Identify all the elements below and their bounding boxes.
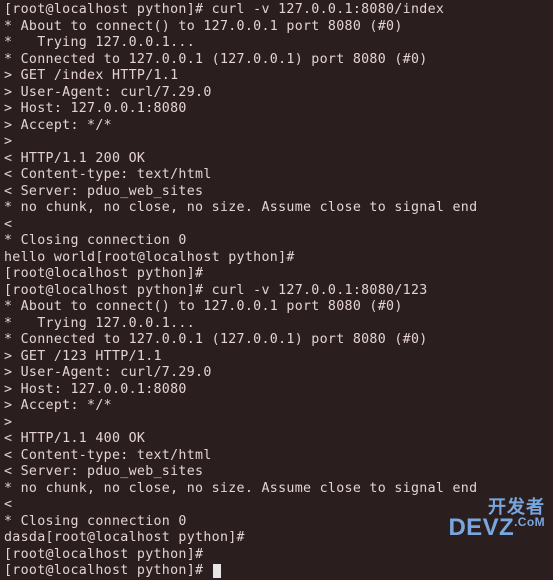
terminal-line: < (4, 217, 549, 234)
terminal-line: < Content-type: text/html (4, 448, 549, 465)
terminal-line: < HTTP/1.1 400 OK (4, 431, 549, 448)
terminal-line: > Host: 127.0.0.1:8080 (4, 101, 549, 118)
terminal-line: [root@localhost python]# (4, 547, 549, 564)
terminal-line: > User-Agent: curl/7.29.0 (4, 85, 549, 102)
terminal-line: < HTTP/1.1 200 OK (4, 151, 549, 168)
terminal-line: * About to connect() to 127.0.0.1 port 8… (4, 299, 549, 316)
terminal-line: > Accept: */* (4, 398, 549, 415)
terminal-line: < (4, 497, 549, 514)
terminal-line: * Trying 127.0.0.1... (4, 35, 549, 52)
terminal-line: < Server: pduo_web_sites (4, 464, 549, 481)
terminal-line: * no chunk, no close, no size. Assume cl… (4, 200, 549, 217)
terminal-line: * Trying 127.0.0.1... (4, 316, 549, 333)
prompt-text: [root@localhost python]# (4, 563, 212, 578)
terminal-line: * Closing connection 0 (4, 514, 549, 531)
terminal-line: < Content-type: text/html (4, 167, 549, 184)
terminal-line: dasda[root@localhost python]# (4, 530, 549, 547)
terminal-line: [root@localhost python]# (4, 266, 549, 283)
terminal-line: * Connected to 127.0.0.1 (127.0.0.1) por… (4, 332, 549, 349)
terminal-prompt[interactable]: [root@localhost python]# (4, 563, 549, 580)
terminal-line: > (4, 415, 549, 432)
terminal-line: hello world[root@localhost python]# (4, 250, 549, 267)
terminal-line: < Server: pduo_web_sites (4, 184, 549, 201)
terminal-line: * no chunk, no close, no size. Assume cl… (4, 481, 549, 498)
terminal-line: [root@localhost python]# curl -v 127.0.0… (4, 2, 549, 19)
terminal-line: > (4, 134, 549, 151)
terminal-line: > Accept: */* (4, 118, 549, 135)
terminal-line: * About to connect() to 127.0.0.1 port 8… (4, 19, 549, 36)
terminal-output: [root@localhost python]# curl -v 127.0.0… (4, 2, 549, 580)
terminal-line: > User-Agent: curl/7.29.0 (4, 365, 549, 382)
terminal-line: > GET /123 HTTP/1.1 (4, 349, 549, 366)
terminal-line: * Closing connection 0 (4, 233, 549, 250)
terminal-line: > Host: 127.0.0.1:8080 (4, 382, 549, 399)
terminal-line: [root@localhost python]# curl -v 127.0.0… (4, 283, 549, 300)
terminal-line: * Connected to 127.0.0.1 (127.0.0.1) por… (4, 52, 549, 69)
terminal-line: > GET /index HTTP/1.1 (4, 68, 549, 85)
cursor-icon (213, 564, 221, 578)
